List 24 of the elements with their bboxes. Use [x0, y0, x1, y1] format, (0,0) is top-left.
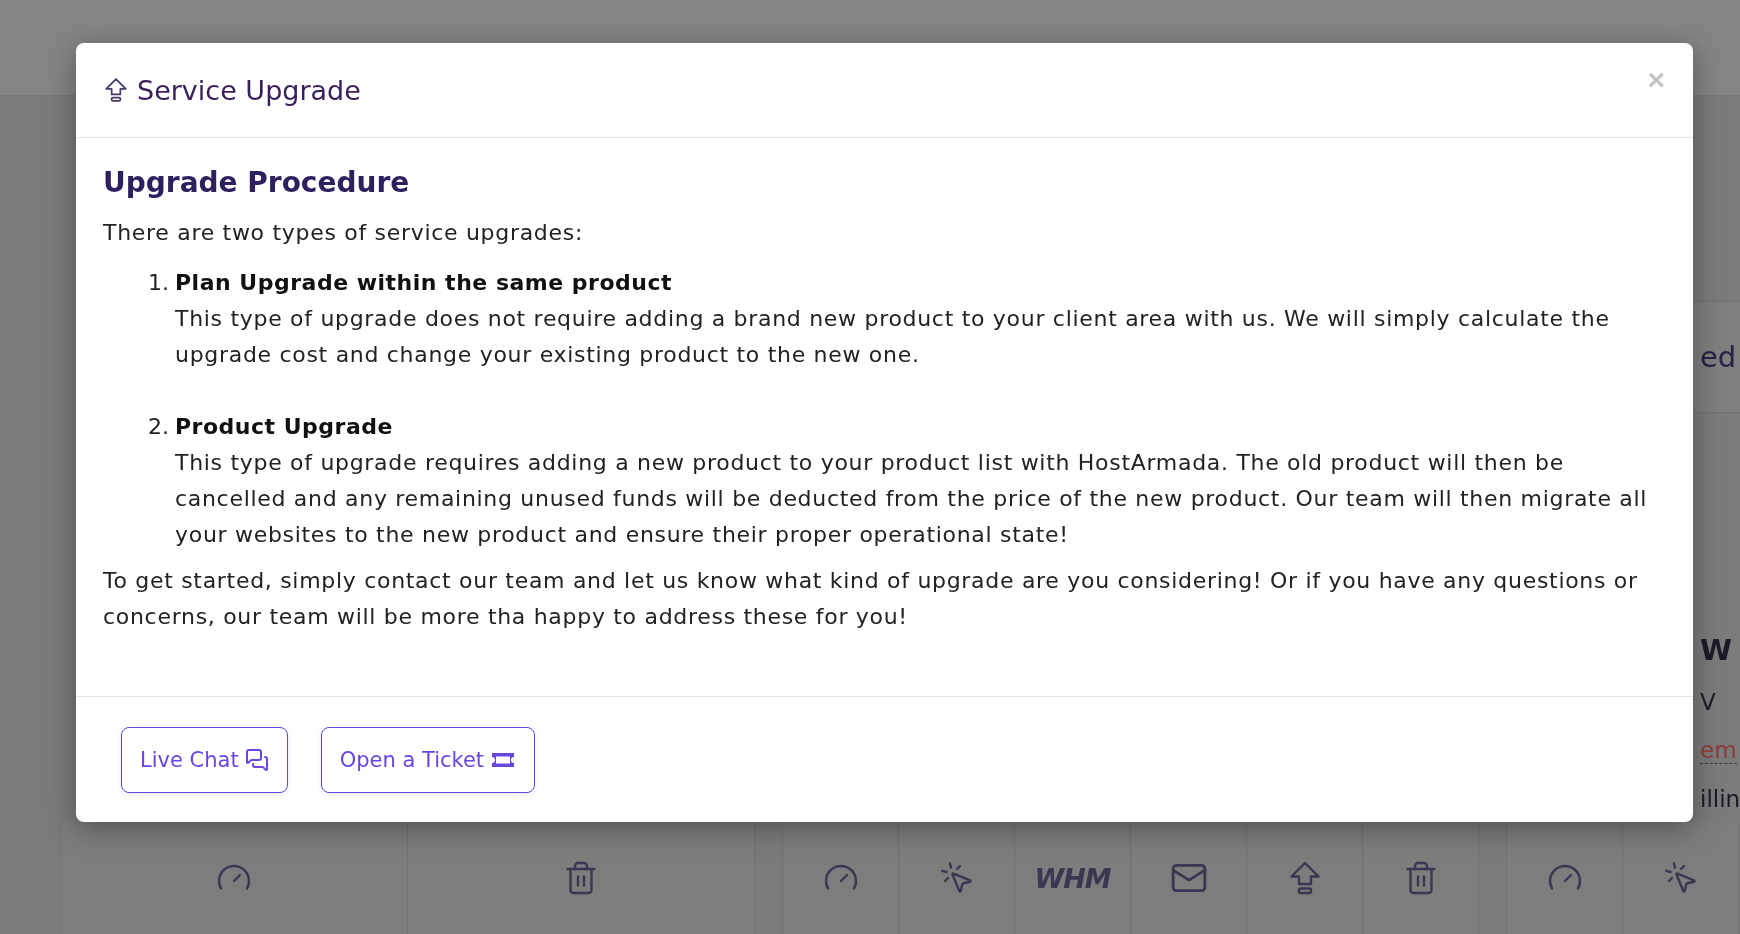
list-number: 1.	[147, 269, 169, 297]
live-chat-button[interactable]: Live Chat	[121, 726, 288, 793]
step-title: Product Upgrade	[175, 413, 394, 441]
card-link[interactable]: em	[1700, 737, 1737, 764]
chat-bubbles-icon	[244, 747, 269, 772]
close-button[interactable]: ×	[1647, 65, 1665, 95]
closing-text: To get started, simply contact our team and let us know what kind of upgrade are you considering! Or if you have any questions or concerns, our team will be more tha happy to address these for you!	[103, 567, 1639, 631]
section-heading: Upgrade Procedure	[103, 166, 411, 199]
pointer-click-icon[interactable]	[1662, 860, 1699, 896]
modal-title: Service Upgrade	[137, 74, 361, 106]
card-title: W	[1700, 633, 1733, 667]
card-text: illin	[1700, 786, 1740, 812]
intro-text: There are two types of service upgrades:	[103, 219, 585, 247]
upload-arrow-icon	[103, 77, 129, 103]
trash-icon[interactable]	[563, 860, 599, 896]
step-text: This type of upgrade requires adding a new product to your product list with HostArmada. The old product will then be cancelled and any remaining unused funds will be deducted from the price of the new product. Our team will then migrate all your websites to the new product and ensure their proper operational state!	[175, 449, 1649, 549]
step-text: This type of upgrade does not require adding a brand new product to your client area with us. We will simply calculate the upgrade cost and change your existing product to the new one.	[175, 305, 1611, 369]
card-heading: ed	[1700, 340, 1737, 374]
pointer-click-icon[interactable]	[938, 860, 975, 896]
card-text: V	[1700, 689, 1717, 715]
open-ticket-button[interactable]: Open a Ticket	[320, 726, 536, 793]
whm-logo[interactable]: WHM	[1034, 862, 1111, 894]
list-number: 2.	[147, 413, 169, 441]
step-title: Plan Upgrade within the same product	[175, 269, 673, 297]
